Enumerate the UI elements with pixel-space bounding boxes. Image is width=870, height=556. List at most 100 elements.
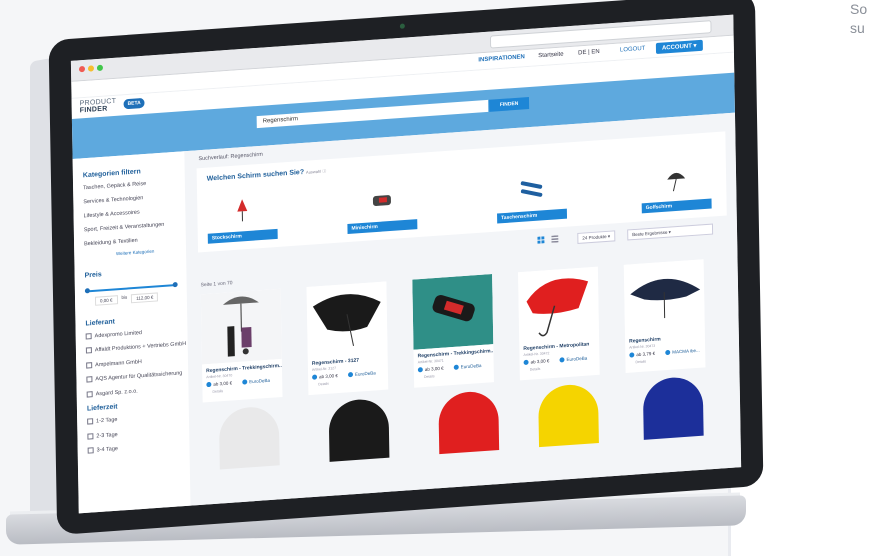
category-minischirm[interactable]: Minischirm bbox=[346, 183, 418, 235]
product-subtitle: Artikel-Nr. 30472 bbox=[523, 351, 550, 358]
price-min-field[interactable]: 0,00 € bbox=[94, 295, 118, 306]
supplier-label: Adexpromo Limited bbox=[94, 330, 142, 340]
product-supplier-text: EuroDeBa bbox=[566, 355, 588, 363]
account-button[interactable]: ACCOUNT ▾ bbox=[655, 39, 703, 55]
finder-title-text: Welchen Schirm suchen Sie? bbox=[206, 168, 305, 183]
grid-view-icon[interactable] bbox=[537, 236, 545, 244]
product-card[interactable]: Regenschirm - Trekkingschirm... Artikel-… bbox=[412, 274, 494, 388]
checkbox-icon[interactable] bbox=[87, 447, 94, 454]
price-min-handle[interactable] bbox=[84, 288, 90, 294]
stick-umbrella-icon bbox=[237, 199, 248, 222]
product-price: ab 3,00 € bbox=[523, 358, 550, 366]
category-filter-item[interactable]: Taschen, Gepäck & Reise bbox=[83, 178, 185, 192]
checkbox-icon[interactable] bbox=[86, 362, 93, 369]
supplier-checkbox[interactable]: Ampelmann GmbH bbox=[86, 355, 188, 370]
category-stockschirm[interactable]: Stockschirm bbox=[207, 192, 278, 244]
category-label: Stockschirm bbox=[207, 228, 278, 244]
language-switch[interactable]: DE | EN bbox=[578, 49, 600, 57]
product-subtitle: Artikel-Nr. 30470 bbox=[206, 373, 233, 380]
product-card[interactable]: Regenschirm - Metropolitan Artikel-Nr. 3… bbox=[518, 266, 600, 381]
product-supplier[interactable]: EuroDeBa bbox=[242, 378, 270, 386]
product-details-link[interactable]: Details bbox=[635, 359, 646, 364]
maximize-window-icon[interactable] bbox=[96, 64, 104, 72]
product-supplier[interactable]: EuroDeBa bbox=[347, 370, 376, 378]
product-supplier[interactable]: EuroDeBa bbox=[559, 356, 587, 363]
supplier-filter-title: Lieferant bbox=[85, 318, 116, 328]
product-finder-logo[interactable]: PRODUCT FINDER bbox=[80, 98, 117, 115]
delivery-label: 1-2 Tage bbox=[96, 417, 118, 425]
product-price: ab 3,00 € bbox=[417, 365, 444, 373]
checkbox-icon[interactable] bbox=[86, 376, 93, 383]
product-image bbox=[412, 274, 494, 350]
product-price-text: ab 3,00 € bbox=[424, 365, 444, 372]
page-content: Kategorien filtern Taschen, Gepäck & Rei… bbox=[72, 112, 742, 514]
product-card[interactable]: Regenschirm - Trekkingschirm... Artikel-… bbox=[200, 288, 283, 403]
product-details-link[interactable]: Details bbox=[318, 382, 329, 387]
product-name: Regenschirm - 3127 bbox=[311, 357, 360, 367]
product-thumbnail[interactable] bbox=[218, 405, 280, 470]
laptop-screen: INSPIRATIONEN Startseite DE | EN LOGOUT … bbox=[70, 14, 742, 514]
side-copy-line: So bbox=[850, 1, 868, 17]
checkbox-icon[interactable] bbox=[85, 347, 92, 354]
product-thumbnail[interactable] bbox=[642, 375, 704, 440]
product-supplier[interactable]: MACMA ibe... bbox=[665, 348, 700, 356]
product-thumbnail[interactable] bbox=[538, 382, 599, 448]
category-filter-item[interactable]: Lifestyle & Accessoires bbox=[84, 206, 186, 220]
supplier-checkbox[interactable]: Affaldt Produktions + Vertriebs GmbH bbox=[85, 341, 188, 356]
checkbox-icon[interactable] bbox=[86, 390, 93, 398]
supplier-checkbox[interactable]: Asgard Sp. z.o.o. bbox=[86, 384, 189, 399]
product-price: ab 3,00 € bbox=[312, 373, 338, 381]
delivery-checkbox[interactable]: 3-4 Tage bbox=[87, 441, 190, 456]
finder-hint[interactable]: Auswahl ⓘ bbox=[306, 168, 326, 174]
sort-select[interactable]: Beste Ergebnisse ▾ bbox=[627, 223, 714, 241]
category-taschenschirm[interactable]: Taschenschirm bbox=[496, 172, 568, 224]
delivery-filter-title: Lieferzeit bbox=[86, 403, 118, 413]
product-details-link[interactable]: Details bbox=[212, 389, 223, 394]
search-button[interactable]: FINDEN bbox=[489, 97, 530, 112]
supplier-icon bbox=[347, 372, 354, 378]
close-window-icon[interactable] bbox=[78, 65, 86, 73]
nav-start[interactable]: Startseite bbox=[538, 52, 563, 60]
logo-line-2: FINDER bbox=[79, 105, 108, 115]
delivery-checkbox[interactable]: 2-3 Tage bbox=[87, 426, 189, 441]
search-input[interactable] bbox=[256, 99, 489, 129]
category-filter-item[interactable]: Services & Technologien bbox=[83, 192, 185, 206]
product-supplier-text: MACMA ibe... bbox=[672, 347, 700, 355]
checkbox-icon[interactable] bbox=[87, 418, 94, 425]
price-max-field[interactable]: 112,00 € bbox=[131, 292, 159, 304]
golf-umbrella-icon bbox=[667, 172, 686, 192]
product-price: ab 3,00 € bbox=[206, 380, 232, 388]
category-label: Taschenschirm bbox=[497, 208, 568, 224]
delivery-label: 2-3 Tage bbox=[96, 431, 118, 440]
product-supplier[interactable]: EuroDeBa bbox=[453, 362, 482, 371]
product-card[interactable]: Regenschirm Artikel-Nr. 30473 ab 3,79 € … bbox=[623, 259, 706, 373]
category-golfschirm[interactable]: Golfschirm bbox=[641, 162, 712, 214]
price-slider-track bbox=[86, 284, 177, 293]
product-subtitle: Artikel-Nr. 3127 bbox=[311, 366, 337, 372]
checkbox-icon[interactable] bbox=[87, 432, 94, 440]
minimize-window-icon[interactable] bbox=[87, 65, 95, 72]
delivery-checkbox[interactable]: 1-2 Tage bbox=[87, 412, 189, 427]
price-max-handle[interactable] bbox=[172, 281, 178, 288]
price-icon bbox=[206, 382, 212, 388]
product-details-link[interactable]: Details bbox=[530, 367, 541, 372]
supplier-label: AQS Agentur für Qualitätssicherung bbox=[95, 370, 183, 383]
product-details-link[interactable]: Details bbox=[424, 374, 435, 379]
product-thumbnail[interactable] bbox=[328, 397, 390, 462]
checkbox-icon[interactable] bbox=[85, 333, 92, 340]
delivery-label: 3-4 Tage bbox=[96, 446, 118, 454]
more-categories-link[interactable]: Weitere Kategorien bbox=[84, 246, 186, 258]
list-view-icon[interactable] bbox=[551, 235, 559, 243]
product-supplier-text: EuroDeBa bbox=[460, 362, 482, 370]
product-card[interactable]: Regenschirm - 3127 Artikel-Nr. 3127 ab 3… bbox=[306, 281, 389, 396]
product-price-text: ab 3,00 € bbox=[319, 373, 338, 380]
per-page-select[interactable]: 24 Produkte ▾ bbox=[577, 230, 616, 244]
product-thumbnail[interactable] bbox=[438, 389, 500, 455]
page-info: Seite 1 von 70 bbox=[200, 280, 233, 289]
nav-inspirations[interactable]: INSPIRATIONEN bbox=[478, 54, 525, 63]
category-filter-item[interactable]: Bekleidung & Textilien bbox=[84, 234, 186, 248]
logout-link[interactable]: LOGOUT bbox=[620, 46, 645, 54]
supplier-checkbox[interactable]: AQS Agentur für Qualitätssicherung bbox=[86, 370, 188, 385]
supplier-checkbox[interactable]: Adexpromo Limited bbox=[85, 326, 188, 341]
category-filter-item[interactable]: Sport, Freizeit & Veranstaltungen bbox=[84, 220, 186, 234]
